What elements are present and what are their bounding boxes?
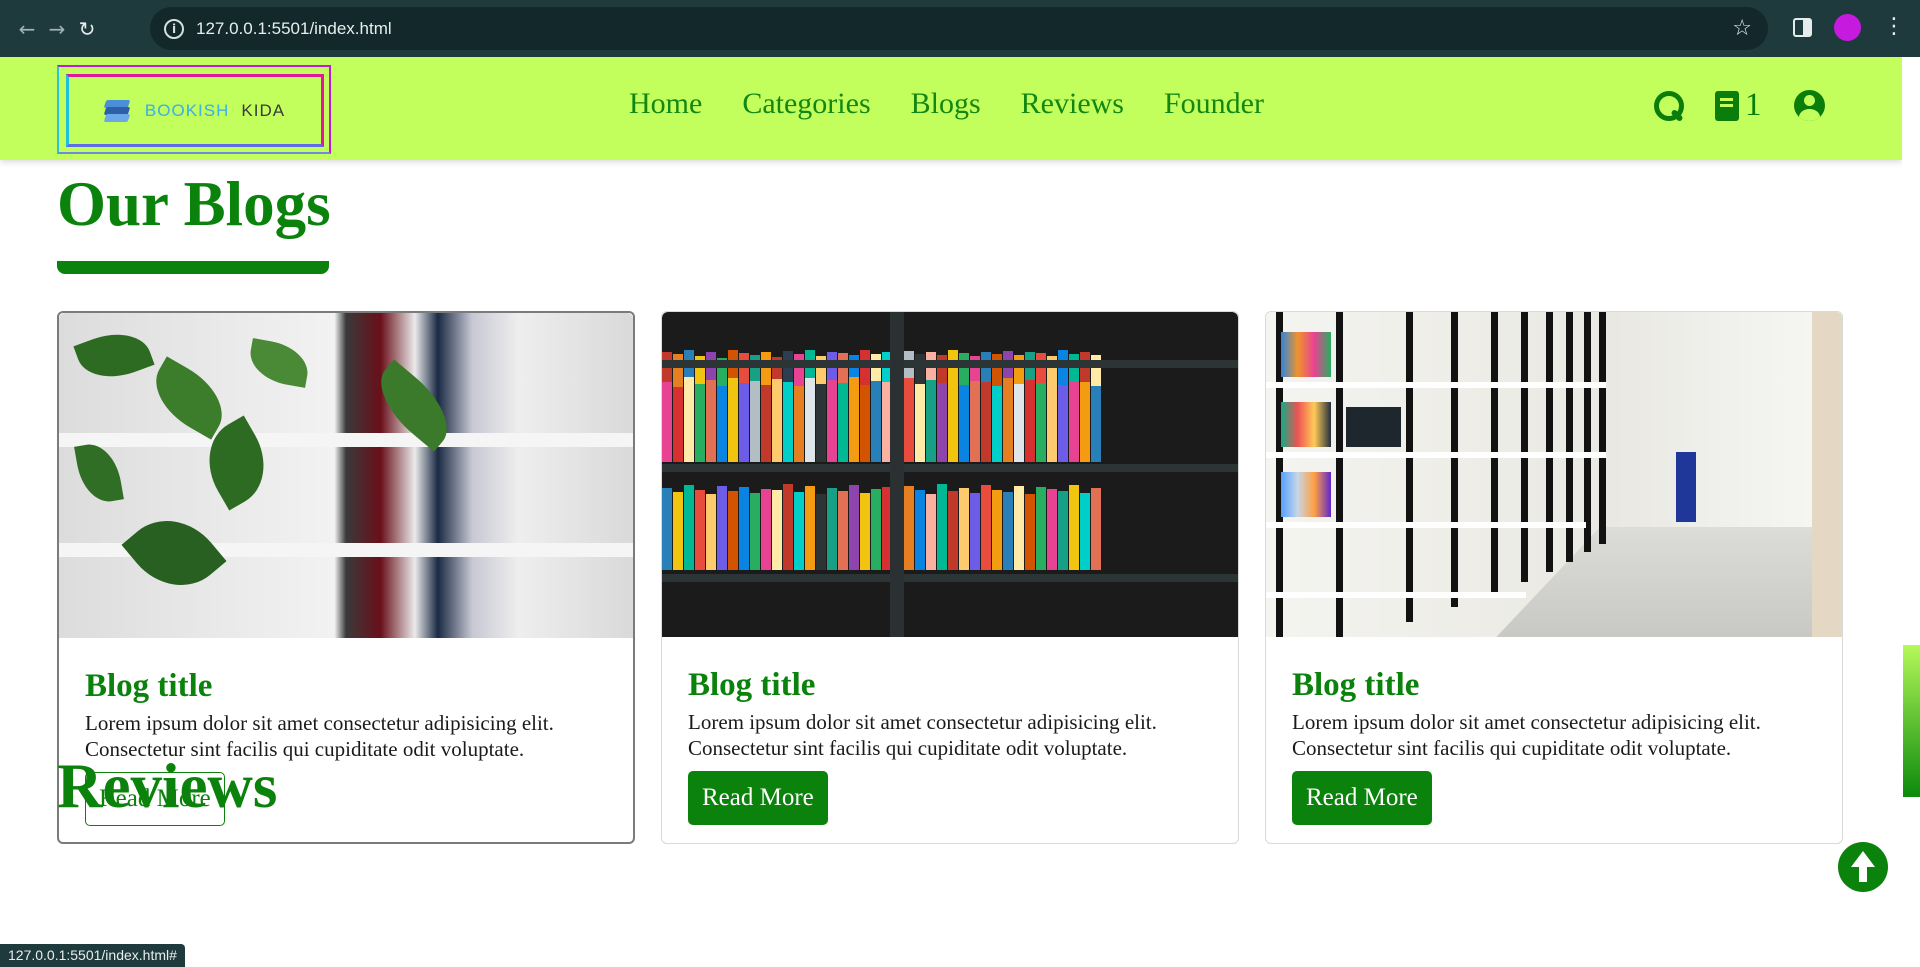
book-icon[interactable] [1715,90,1739,121]
back-icon[interactable]: ← [12,14,42,44]
side-panel-icon[interactable] [1793,18,1812,37]
blog-card-text: Lorem ipsum dolor sit amet consectetur a… [1292,710,1761,761]
user-icon[interactable] [1793,90,1825,121]
nav-founder[interactable]: Founder [1164,87,1264,121]
address-bar[interactable]: i 127.0.0.1:5501/index.html ☆ [150,7,1768,50]
main-nav: Home Categories Blogs Reviews Founder [629,87,1264,121]
forward-icon[interactable]: → [42,14,72,44]
logo-word-kida: KIDA [241,100,286,120]
blog-cards: Blog title Lorem ipsum dolor sit amet co… [57,311,1843,844]
logo[interactable]: BOOKISH KIDA [57,65,331,154]
logo-frame: BOOKISH KIDA [66,74,324,147]
web-page: BOOKISH KIDA Home Categories Blogs Review… [0,57,1902,967]
site-info-icon[interactable]: i [164,18,184,39]
cart-count[interactable]: 1 [1745,87,1762,124]
browser-toolbar: ← → ↻ i 127.0.0.1:5501/index.html ☆ ⋮ [0,0,1920,57]
page-scrollbar[interactable] [1902,57,1920,967]
scroll-to-top-icon[interactable] [1838,842,1888,892]
blog-image-plant-bookshelf [59,313,633,638]
reload-icon[interactable]: ↻ [72,14,102,44]
search-icon[interactable] [1653,90,1685,122]
header-icons: 1 [1653,87,1825,124]
blogs-title: Our Blogs [57,169,331,239]
blog-card[interactable]: Blog title Lorem ipsum dolor sit amet co… [1265,311,1843,844]
nav-reviews[interactable]: Reviews [1021,87,1124,121]
blog-card-title: Blog title [1292,667,1420,703]
blog-card-title: Blog title [688,667,816,703]
profile-avatar[interactable] [1834,14,1861,41]
read-more-button[interactable]: Read More [688,771,828,826]
scrollbar-thumb[interactable] [1903,645,1920,797]
blog-card-text: Lorem ipsum dolor sit amet consectetur a… [688,710,1157,761]
books-stack-icon [103,99,131,122]
browser-menu-icon[interactable]: ⋮ [1883,13,1905,41]
address-url[interactable]: 127.0.0.1:5501/index.html [196,19,392,39]
title-underline [57,261,329,274]
nav-categories[interactable]: Categories [742,87,870,121]
logo-text: BOOKISH KIDA [145,101,285,121]
read-more-button[interactable]: Read More [1292,771,1432,826]
link-status-bar: 127.0.0.1:5501/index.html# [0,944,185,967]
blog-card-title: Blog title [85,668,213,704]
site-header: BOOKISH KIDA Home Categories Blogs Review… [0,57,1902,160]
reviews-title: Reviews [57,751,278,821]
bookmark-star-icon[interactable]: ☆ [1732,16,1752,41]
nav-blogs[interactable]: Blogs [911,87,981,121]
blog-image-library-corridor [1266,312,1842,637]
blog-image-colorful-bookshelf [662,312,1238,637]
nav-home[interactable]: Home [629,87,702,121]
blog-card[interactable]: Blog title Lorem ipsum dolor sit amet co… [661,311,1239,844]
logo-word-bookish: BOOKISH [144,100,230,120]
